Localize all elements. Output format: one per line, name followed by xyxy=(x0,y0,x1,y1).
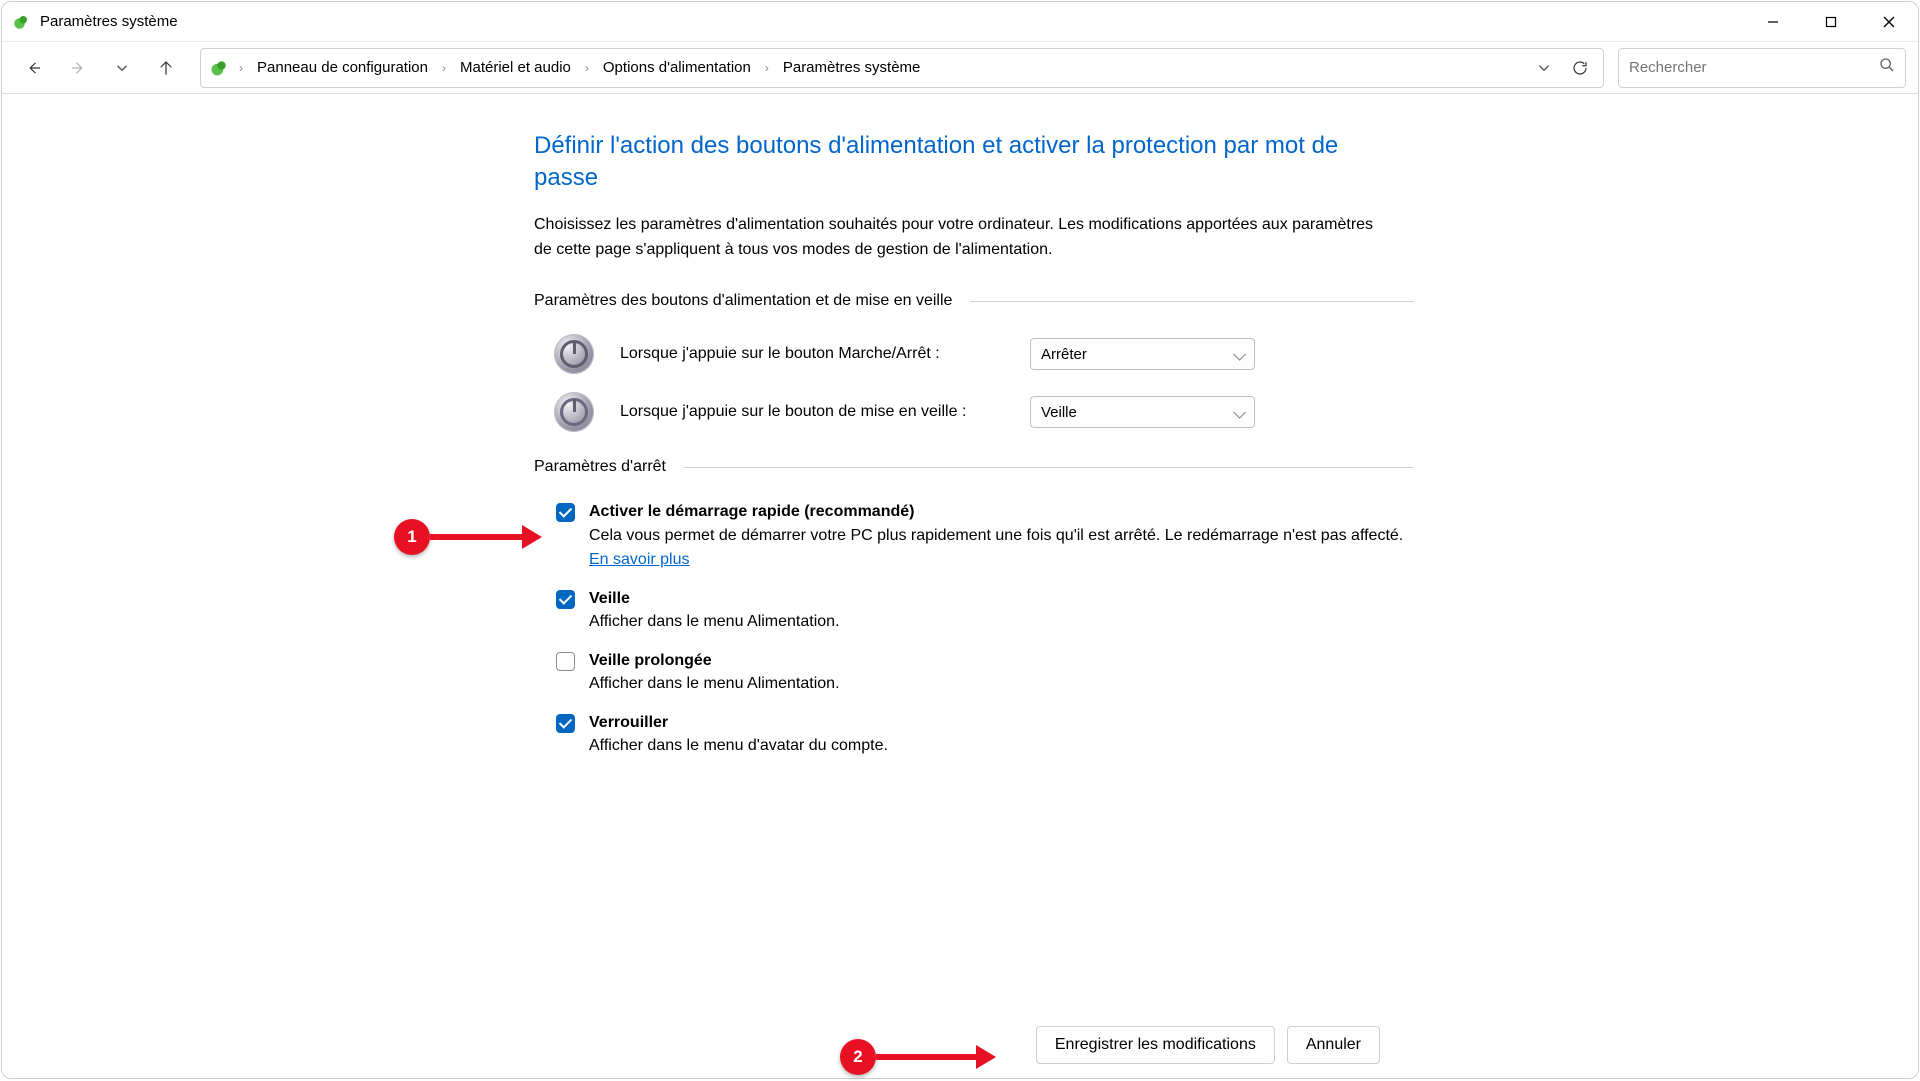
divider xyxy=(970,301,1414,302)
option-description: Cela vous permet de démarrer votre PC pl… xyxy=(589,524,1409,574)
power-icon xyxy=(554,334,594,374)
power-button-label: Lorsque j'appuie sur le bouton Marche/Ar… xyxy=(620,345,1030,363)
window-frame: Paramètres système › Panneau de configur… xyxy=(1,1,1919,1079)
option-title: Veille prolongée xyxy=(589,649,840,672)
section-header: Paramètres d'arrêt xyxy=(534,458,1414,476)
maximize-button[interactable] xyxy=(1802,2,1860,42)
content-area: Définir l'action des boutons d'alimentat… xyxy=(2,94,1918,1078)
window-controls xyxy=(1744,2,1918,42)
forward-button[interactable] xyxy=(58,48,98,88)
refresh-button[interactable] xyxy=(1563,48,1597,88)
back-button[interactable] xyxy=(14,48,54,88)
divider xyxy=(684,467,1414,468)
search-box[interactable] xyxy=(1618,48,1906,88)
hibernate-checkbox[interactable] xyxy=(556,652,575,671)
option-title: Verrouiller xyxy=(589,711,888,734)
minimize-button[interactable] xyxy=(1744,2,1802,42)
lock-checkbox[interactable] xyxy=(556,714,575,733)
section-header: Paramètres des boutons d'alimentation et… xyxy=(534,292,1414,310)
chevron-right-icon: › xyxy=(579,61,595,75)
hibernate-option: Veille prolongée Afficher dans le menu A… xyxy=(534,649,1414,697)
chevron-right-icon: › xyxy=(436,61,452,75)
save-button[interactable]: Enregistrer les modifications xyxy=(1036,1026,1275,1064)
breadcrumb-item[interactable]: Panneau de configuration xyxy=(251,55,434,80)
address-bar[interactable]: › Panneau de configuration › Matériel et… xyxy=(200,48,1604,88)
dropdown-value: Arrêter xyxy=(1041,346,1087,363)
action-bar: Enregistrer les modifications Annuler xyxy=(1,1009,1919,1079)
power-button-dropdown[interactable]: Arrêter xyxy=(1030,338,1255,370)
sleep-icon xyxy=(554,392,594,432)
sleep-option: Veille Afficher dans le menu Alimentatio… xyxy=(534,587,1414,635)
section-header-label: Paramètres des boutons d'alimentation et… xyxy=(534,292,970,310)
up-button[interactable] xyxy=(146,48,186,88)
nav-row: › Panneau de configuration › Matériel et… xyxy=(2,42,1918,94)
breadcrumb-item[interactable]: Options d'alimentation xyxy=(597,55,757,80)
learn-more-link[interactable]: En savoir plus xyxy=(589,551,690,568)
search-icon xyxy=(1879,57,1895,78)
option-description: Afficher dans le menu Alimentation. xyxy=(589,610,840,635)
breadcrumb: › Panneau de configuration › Matériel et… xyxy=(233,55,926,80)
breadcrumb-item[interactable]: Paramètres système xyxy=(777,55,927,80)
dropdown-value: Veille xyxy=(1041,404,1077,421)
address-dropdown-button[interactable] xyxy=(1527,48,1561,88)
search-input[interactable] xyxy=(1629,59,1879,76)
close-button[interactable] xyxy=(1860,2,1918,42)
chevron-right-icon: › xyxy=(233,61,249,75)
option-title: Veille xyxy=(589,587,840,610)
sleep-checkbox[interactable] xyxy=(556,590,575,609)
app-icon xyxy=(12,13,30,31)
chevron-right-icon: › xyxy=(759,61,775,75)
location-icon xyxy=(209,58,229,78)
section-header-label: Paramètres d'arrêt xyxy=(534,458,684,476)
breadcrumb-item[interactable]: Matériel et audio xyxy=(454,55,577,80)
page-description: Choisissez les paramètres d'alimentation… xyxy=(534,213,1394,263)
titlebar: Paramètres système xyxy=(2,2,1918,42)
option-description: Afficher dans le menu d'avatar du compte… xyxy=(589,734,888,759)
cancel-button[interactable]: Annuler xyxy=(1287,1026,1380,1064)
option-description: Afficher dans le menu Alimentation. xyxy=(589,672,840,697)
sleep-button-label: Lorsque j'appuie sur le bouton de mise e… xyxy=(620,403,1030,421)
fast-startup-checkbox[interactable] xyxy=(556,503,575,522)
window-title: Paramètres système xyxy=(40,13,178,30)
history-dropdown-button[interactable] xyxy=(102,48,142,88)
sleep-button-dropdown[interactable]: Veille xyxy=(1030,396,1255,428)
power-button-row: Lorsque j'appuie sur le bouton Marche/Ar… xyxy=(534,334,1414,374)
page-title: Définir l'action des boutons d'alimentat… xyxy=(534,130,1394,195)
sleep-button-row: Lorsque j'appuie sur le bouton de mise e… xyxy=(534,392,1414,432)
option-title: Activer le démarrage rapide (recommandé) xyxy=(589,500,1409,523)
lock-option: Verrouiller Afficher dans le menu d'avat… xyxy=(534,711,1414,759)
fast-startup-option: Activer le démarrage rapide (recommandé)… xyxy=(534,500,1414,573)
